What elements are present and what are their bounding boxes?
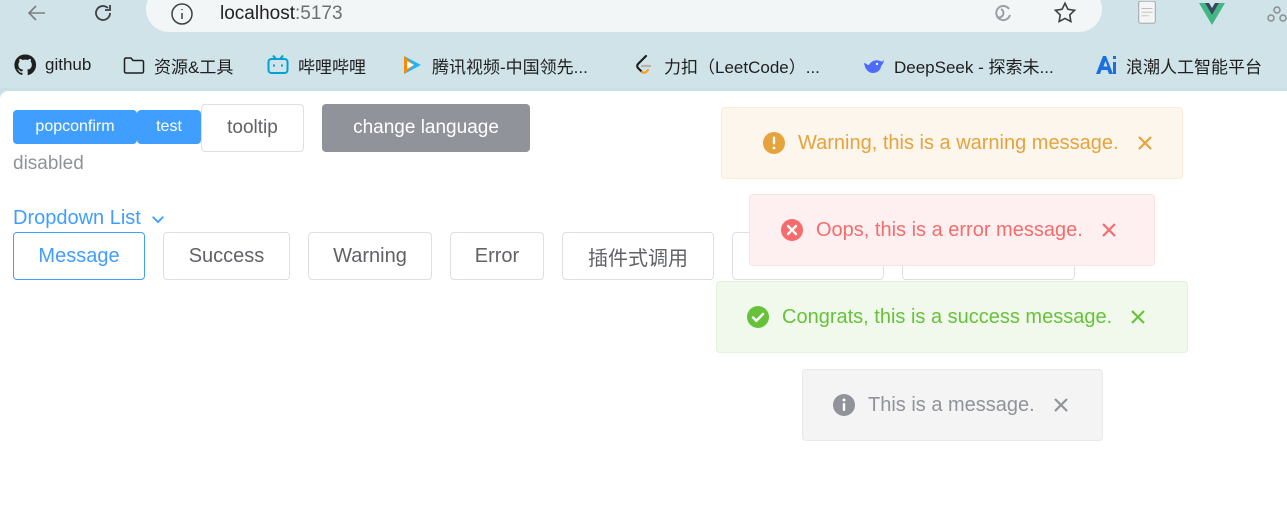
bookmarks-bar: github 资源&工具 哔哩哔哩 腾讯视频-中国领先... 力扣（LeetCo… [0,42,1287,88]
success-icon [746,305,770,329]
warning-button[interactable]: Warning [308,232,432,280]
bookmark-label: 哔哩哔哩 [298,57,366,77]
folder-icon [122,53,146,77]
bookmark-label: 力扣（LeetCode）... [664,57,820,77]
document-extension-icon[interactable] [1132,0,1162,28]
error-message: Oops, this is a error message. [749,194,1155,266]
test-button[interactable]: test [137,110,201,144]
bookmark-label: DeepSeek - 探索未... [894,57,1054,77]
plugin-call-button[interactable]: 插件式调用 [562,232,714,280]
chevron-down-icon [151,215,164,223]
disabled-label: disabled [13,153,84,174]
address-bar[interactable]: localhost:5173 [146,0,1102,32]
bookmark-ai-platform[interactable]: 浪潮人工智能平台 [1094,52,1262,78]
github-icon [13,53,37,77]
error-message-text: Oops, this is a error message. [816,218,1083,241]
message-button[interactable]: Message [13,232,145,280]
dropdown-label: Dropdown List [13,207,141,229]
browser-toolbar: localhost:5173 [0,0,1287,42]
change-language-button[interactable]: change language [322,104,530,152]
url-text[interactable]: localhost:5173 [220,0,343,28]
popconfirm-button[interactable]: popconfirm [13,110,137,144]
back-arrow-icon[interactable] [22,0,52,26]
bookmark-label: 浪潮人工智能平台 [1126,57,1262,77]
close-icon[interactable] [1135,133,1155,153]
info-icon [832,393,856,417]
success-message-text: Congrats, this is a success message. [782,305,1113,328]
leetcode-icon [632,53,656,77]
close-icon[interactable] [1051,395,1071,415]
success-button[interactable]: Success [163,232,290,280]
vue-devtools-icon[interactable] [1197,0,1227,28]
bookmark-label: 资源&工具 [154,57,234,77]
warning-message: Warning, this is a warning message. [721,107,1183,179]
bilibili-icon [266,53,290,77]
bookmark-leetcode[interactable]: 力扣（LeetCode）... [632,52,820,78]
warning-icon [762,131,786,155]
page-viewport: popconfirm test tooltip change language … [0,91,1287,527]
bookmark-folder-tools[interactable]: 资源&工具 [122,52,233,78]
tencent-video-icon [400,53,424,77]
puzzle-extension-icon[interactable] [1262,0,1287,28]
close-icon[interactable] [1099,220,1119,240]
star-bookmark-icon[interactable] [1050,0,1080,28]
bookmark-deepseek[interactable]: DeepSeek - 探索未... [862,52,1054,78]
bookmark-github[interactable]: github [13,52,91,78]
url-host: localhost [220,3,295,24]
url-port: :5173 [295,3,343,24]
ai-icon [1094,53,1118,77]
bookmark-tencent-video[interactable]: 腾讯视频-中国领先... [400,52,588,78]
error-button[interactable]: Error [450,232,544,280]
tooltip-button[interactable]: tooltip [201,104,304,152]
success-message: Congrats, this is a success message. [716,281,1188,353]
info-message-text: This is a message. [868,393,1035,416]
warning-message-text: Warning, this is a warning message. [798,131,1119,154]
bookmark-bilibili[interactable]: 哔哩哔哩 [266,52,366,78]
deepseek-icon [862,53,886,77]
reload-icon[interactable] [88,0,118,26]
bookmark-label: 腾讯视频-中国领先... [432,57,588,77]
dropdown-trigger[interactable]: Dropdown List [13,207,167,230]
info-message: This is a message. [802,369,1103,441]
close-icon[interactable] [1128,307,1148,327]
site-info-icon[interactable] [168,0,196,28]
refresh-extension-icon[interactable] [988,0,1018,28]
bookmark-label: github [45,55,92,74]
error-icon [780,218,804,242]
